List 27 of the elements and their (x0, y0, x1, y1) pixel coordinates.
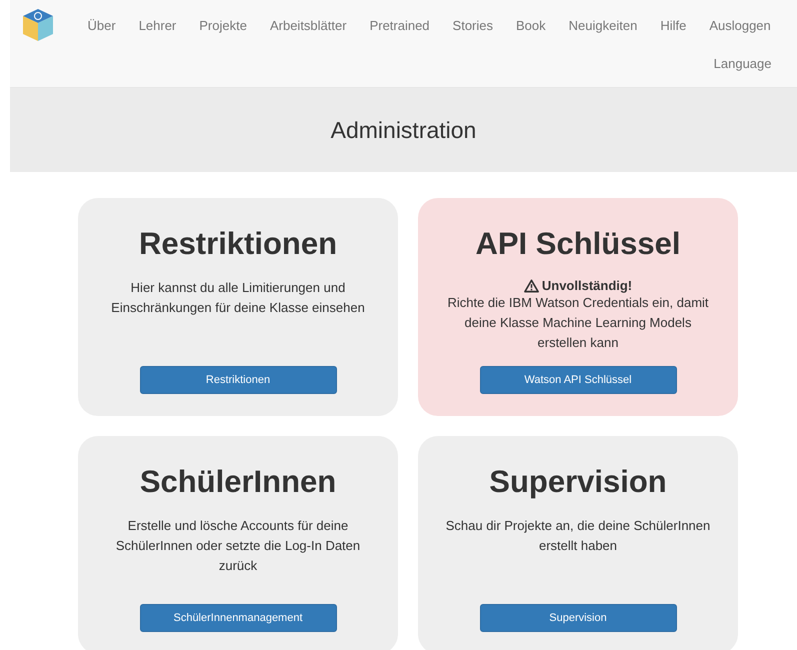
card-button[interactable]: Watson API Schlüssel (480, 366, 676, 394)
card-button[interactable]: SchülerInnenmanagement (140, 604, 336, 632)
card-button[interactable]: Restriktionen (140, 366, 336, 394)
nav-link[interactable]: Book (504, 18, 558, 32)
nav-link[interactable]: Hilfe (648, 18, 698, 32)
card-title: Restriktionen (138, 226, 338, 262)
cube-logo-icon[interactable] (22, 8, 54, 42)
card-button[interactable]: Supervision (480, 604, 676, 632)
card-description: Hier kannst du alle Limitierungen und Einschränkungen für deine Klasse einsehen (110, 279, 366, 317)
card-description: Schau dir Projekte an, die deine SchülerInnen erstellt haben (444, 517, 712, 555)
nav-link[interactable]: Über (76, 18, 128, 32)
nav-link[interactable]: Ausloggen (698, 18, 782, 32)
nav-link[interactable]: Projekte (188, 18, 258, 32)
card-title: SchülerInnen (140, 464, 336, 500)
card-title: Supervision (489, 464, 667, 500)
card-description: Richte die IBM Watson Credentials ein, damit deine Klasse Machine Learning Models erstellen kann (446, 294, 710, 352)
warning-icon (524, 278, 539, 292)
language-menu[interactable]: Language (702, 56, 783, 71)
nav-link[interactable]: Pretrained (358, 18, 442, 32)
card-title: API Schlüssel (475, 226, 681, 262)
nav-link[interactable]: Neuigkeiten (557, 18, 649, 32)
warning-text: Unvollständig! (542, 278, 632, 293)
nav-link[interactable]: Arbeitsblätter (258, 18, 358, 32)
page-title: Administration (330, 116, 476, 144)
card-description: Erstelle und lösche Accounts für deine SchülerInnen oder setzte die Log-In Daten zurück (114, 517, 362, 575)
nav-link[interactable]: Lehrer (127, 18, 188, 32)
nav-link[interactable]: Stories (441, 18, 505, 32)
